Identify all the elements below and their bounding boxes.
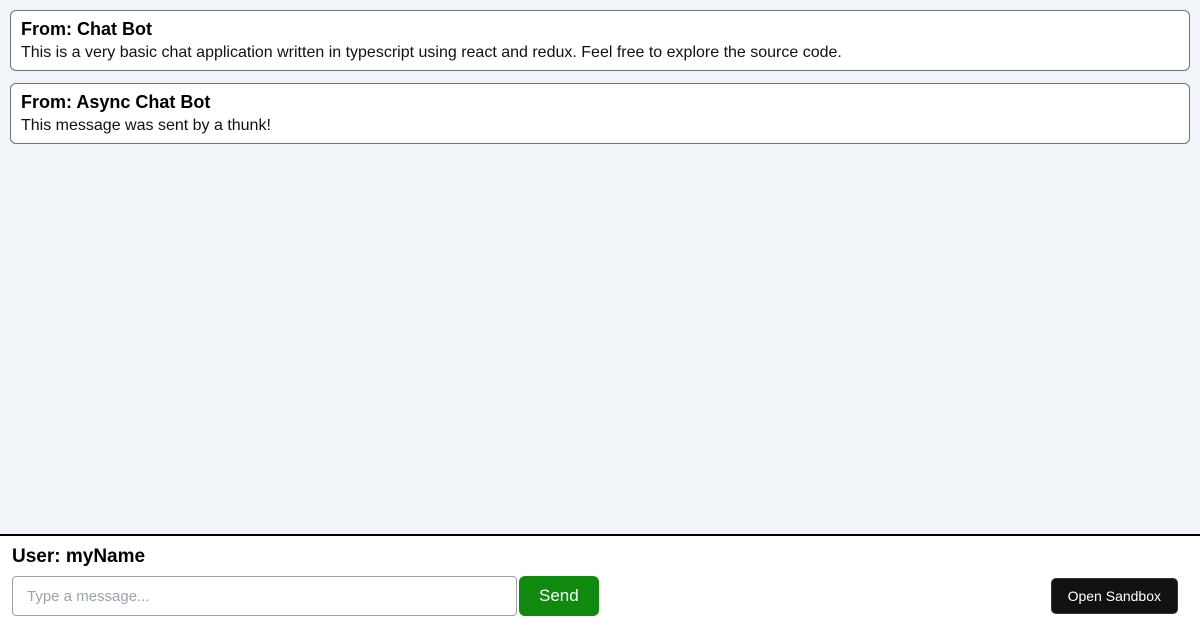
message-body: This message was sent by a thunk! (21, 117, 1179, 135)
message-from: From: Chat Bot (21, 19, 1179, 40)
message-from: From: Async Chat Bot (21, 92, 1179, 113)
user-name: myName (66, 546, 145, 567)
messages-area: From: Chat Bot This is a very basic chat… (0, 0, 1200, 534)
composer-row: Send (12, 576, 1188, 616)
from-name: Async Chat Bot (76, 92, 210, 112)
from-prefix: From: (21, 92, 76, 112)
open-sandbox-button[interactable]: Open Sandbox (1051, 578, 1178, 614)
composer-bar: User: myName Send Open Sandbox (0, 534, 1200, 630)
send-button[interactable]: Send (519, 576, 599, 616)
message-card: From: Chat Bot This is a very basic chat… (10, 10, 1190, 71)
from-name: Chat Bot (77, 19, 152, 39)
message-body: This is a very basic chat application wr… (21, 44, 1179, 62)
user-prefix: User: (12, 546, 66, 567)
message-input[interactable] (12, 576, 517, 616)
message-card: From: Async Chat Bot This message was se… (10, 83, 1190, 144)
user-label: User: myName (12, 546, 1188, 568)
from-prefix: From: (21, 19, 77, 39)
